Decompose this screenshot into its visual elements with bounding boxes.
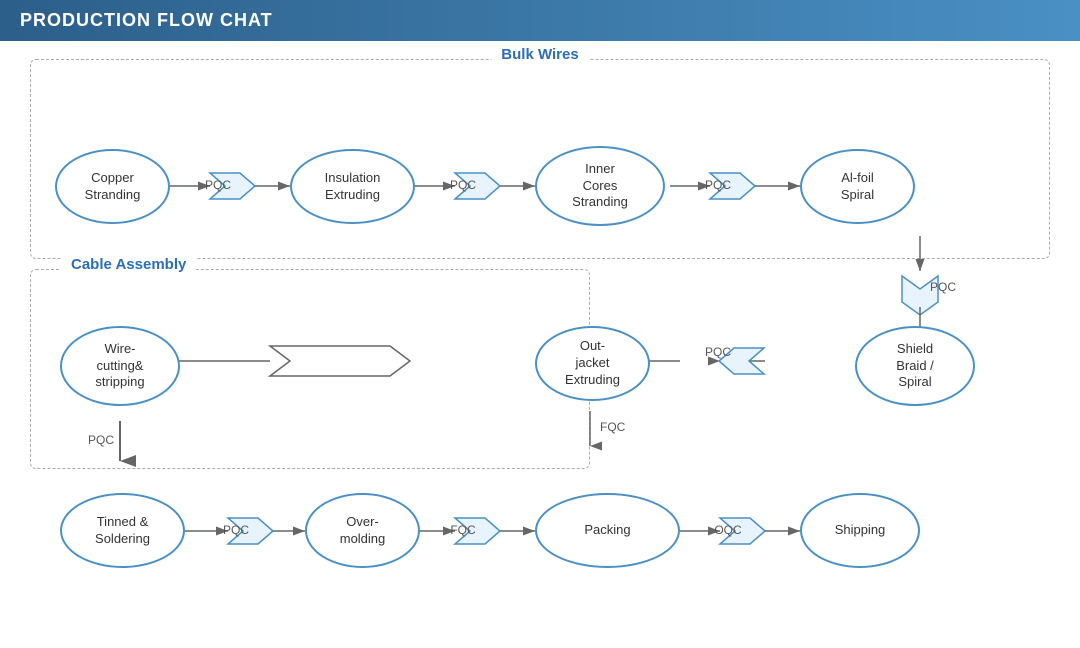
insulation-extruding-label: Insulation Extruding bbox=[325, 170, 381, 204]
svg-text:OQC: OQC bbox=[714, 523, 742, 537]
tinned-soldering-label: Tinned & Soldering bbox=[95, 514, 150, 548]
outjacket-extruding-node: Out- jacket Extruding bbox=[535, 326, 650, 401]
svg-text:FQC: FQC bbox=[600, 420, 626, 434]
wire-cutting-node: Wire- cutting& stripping bbox=[60, 326, 180, 406]
copper-stranding-label: Copper Stranding bbox=[85, 170, 141, 204]
al-foil-spiral-label: Al-foil Spiral bbox=[841, 170, 874, 204]
inner-cores-stranding-node: Inner Cores Stranding bbox=[535, 146, 665, 226]
wire-cutting-label: Wire- cutting& stripping bbox=[95, 341, 144, 392]
tinned-soldering-node: Tinned & Soldering bbox=[60, 493, 185, 568]
overmolding-node: Over- molding bbox=[305, 493, 420, 568]
cable-assembly-label: Cable Assembly bbox=[61, 256, 196, 273]
shield-braid-spiral-label: Shield Braid / Spiral bbox=[896, 341, 934, 392]
copper-stranding-node: Copper Stranding bbox=[55, 149, 170, 224]
svg-text:PQC: PQC bbox=[223, 523, 249, 537]
overmolding-label: Over- molding bbox=[340, 514, 386, 548]
svg-text:PQC: PQC bbox=[705, 345, 731, 359]
outjacket-extruding-label: Out- jacket Extruding bbox=[565, 338, 620, 389]
insulation-extruding-node: Insulation Extruding bbox=[290, 149, 415, 224]
header: PRODUCTION FLOW CHAT bbox=[0, 0, 1080, 41]
packing-label: Packing bbox=[584, 522, 630, 539]
svg-text:PQC: PQC bbox=[930, 280, 956, 294]
shipping-node: Shipping bbox=[800, 493, 920, 568]
bulk-wires-label: Bulk Wires bbox=[491, 46, 588, 63]
al-foil-spiral-node: Al-foil Spiral bbox=[800, 149, 915, 224]
shipping-label: Shipping bbox=[835, 522, 886, 539]
inner-cores-stranding-label: Inner Cores Stranding bbox=[572, 161, 628, 212]
header-title: PRODUCTION FLOW CHAT bbox=[20, 10, 273, 30]
svg-text:FQC: FQC bbox=[450, 523, 476, 537]
main-content: Bulk Wires Cable Assembly bbox=[0, 41, 1080, 601]
shield-braid-spiral-node: Shield Braid / Spiral bbox=[855, 326, 975, 406]
packing-node: Packing bbox=[535, 493, 680, 568]
